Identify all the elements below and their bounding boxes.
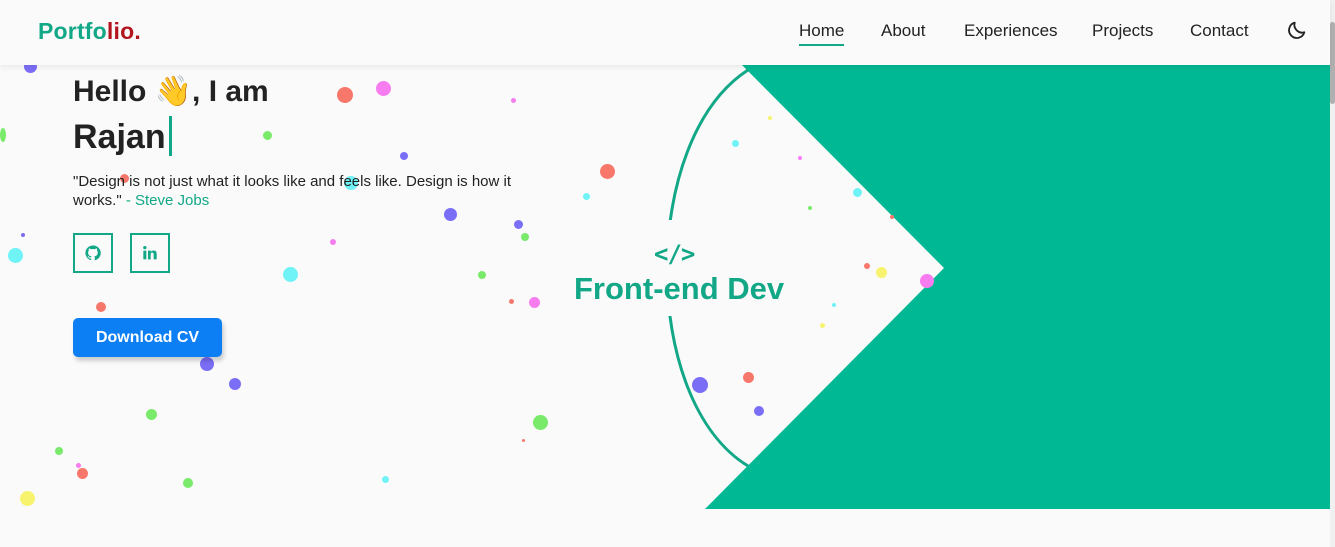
scrollbar-thumb[interactable] (1330, 22, 1335, 104)
hero-greeting: Hello 👋, I am (73, 75, 269, 108)
confetti-dot (511, 98, 516, 103)
confetti-dot (920, 274, 934, 288)
confetti-dot (692, 377, 708, 393)
scrollbar[interactable] (1330, 0, 1335, 547)
confetti-dot (337, 87, 353, 103)
confetti-dot (533, 415, 548, 430)
confetti-dot (376, 81, 391, 96)
confetti-dot (583, 193, 590, 200)
confetti-dot (876, 267, 887, 278)
confetti-dot (77, 468, 88, 479)
typing-caret (168, 116, 172, 157)
linkedin-icon (143, 246, 157, 260)
confetti-dot (55, 447, 63, 455)
nav-links: Home About Experiences Projects Contact (0, 21, 1330, 51)
nav-link-home[interactable]: Home (799, 21, 845, 46)
confetti-dot (146, 409, 157, 420)
moon-icon[interactable] (1286, 19, 1308, 41)
confetti-dot (514, 220, 523, 229)
hero-quote: "Design is not just what it looks like a… (73, 172, 523, 210)
confetti-dot (229, 378, 241, 390)
confetti-dot (400, 152, 408, 160)
confetti-dot (478, 271, 486, 279)
confetti-dot (21, 233, 25, 237)
confetti-dot (20, 491, 35, 506)
confetti-dot (522, 439, 525, 442)
confetti-dot (754, 406, 764, 416)
confetti-dot (743, 372, 754, 383)
download-cv-button[interactable]: Download CV (73, 318, 222, 357)
nav-link-about[interactable]: About (881, 21, 925, 41)
confetti-dot (382, 476, 389, 483)
code-icon: </> (654, 240, 695, 268)
hero-name: Rajan (73, 118, 166, 156)
nav-link-contact[interactable]: Contact (1190, 21, 1249, 41)
confetti-dot (330, 239, 336, 245)
confetti-dot (8, 248, 23, 263)
confetti-dot (864, 263, 870, 269)
confetti-dot (600, 164, 615, 179)
confetti-dot (768, 116, 772, 120)
confetti-dot (509, 299, 514, 304)
navbar: Portfolio. Home About Experiences Projec… (0, 0, 1330, 65)
confetti-dot (732, 140, 739, 147)
confetti-dot (0, 128, 6, 142)
confetti-dot (529, 297, 540, 308)
linkedin-link[interactable] (130, 233, 170, 273)
nav-link-experiences[interactable]: Experiences (964, 21, 1058, 41)
confetti-dot (521, 233, 529, 241)
quote-author: - Steve Jobs (125, 192, 210, 209)
confetti-dot (96, 302, 106, 312)
confetti-dot (820, 323, 825, 328)
confetti-dot (832, 303, 836, 307)
confetti-dot (183, 478, 193, 488)
github-link[interactable] (73, 233, 113, 273)
confetti-dot (798, 156, 802, 160)
confetti-dot (853, 188, 862, 197)
confetti-dot (200, 357, 214, 371)
confetti-dot (808, 206, 812, 210)
confetti-dot (263, 131, 272, 140)
confetti-dot (890, 215, 894, 219)
confetti-dot (283, 267, 298, 282)
github-icon (85, 245, 101, 261)
role-title: Front-end Dev (574, 271, 785, 306)
nav-link-projects[interactable]: Projects (1092, 21, 1153, 41)
hero-name-line: Rajan (73, 116, 172, 157)
